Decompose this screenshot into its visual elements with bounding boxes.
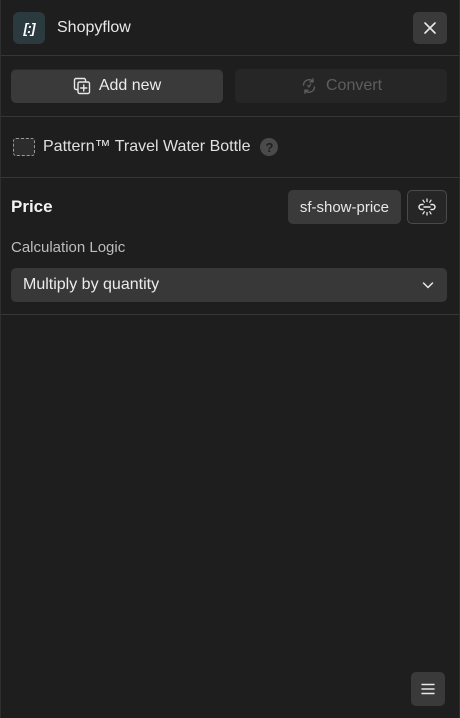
chevron-down-icon bbox=[422, 282, 434, 289]
convert-icon bbox=[302, 78, 316, 94]
menu-icon bbox=[421, 683, 435, 695]
shopyflow-panel: [:] Shopyflow Add new Convert Pattern™ T… bbox=[0, 0, 460, 718]
close-button[interactable] bbox=[413, 11, 447, 44]
add-copy-icon bbox=[73, 77, 91, 95]
menu-button[interactable] bbox=[411, 672, 445, 706]
convert-button[interactable]: Convert bbox=[235, 69, 447, 103]
panel-header: [:] Shopyflow bbox=[1, 0, 459, 56]
add-new-button[interactable]: Add new bbox=[11, 69, 223, 103]
unlink-button[interactable] bbox=[407, 190, 447, 224]
attribute-name: sf-show-price bbox=[299, 198, 389, 216]
close-icon bbox=[424, 21, 436, 34]
calculation-logic-label: Calculation Logic bbox=[11, 239, 126, 256]
calculation-logic-select[interactable]: Multiply by quantity bbox=[11, 268, 447, 302]
section-title: Price bbox=[11, 197, 53, 216]
unlink-icon bbox=[418, 198, 436, 216]
help-icon[interactable]: ? bbox=[260, 138, 279, 156]
add-new-label: Add new bbox=[98, 77, 162, 94]
app-logo: [:] bbox=[13, 11, 45, 44]
selected-element: Pattern™ Travel Water Bottle ? bbox=[1, 117, 459, 178]
price-section-header: Price sf-show-price bbox=[11, 189, 447, 225]
select-value: Multiply by quantity bbox=[23, 276, 160, 293]
attribute-chip[interactable]: sf-show-price bbox=[287, 190, 401, 224]
price-section: Price sf-show-price Calculation Logic Mu… bbox=[1, 178, 459, 315]
app-title: Shopyflow bbox=[57, 18, 131, 36]
dashed-box-icon bbox=[13, 138, 35, 156]
toolbar: Add new Convert bbox=[1, 56, 459, 117]
element-name: Pattern™ Travel Water Bottle bbox=[43, 138, 251, 155]
convert-label: Convert bbox=[325, 77, 383, 94]
